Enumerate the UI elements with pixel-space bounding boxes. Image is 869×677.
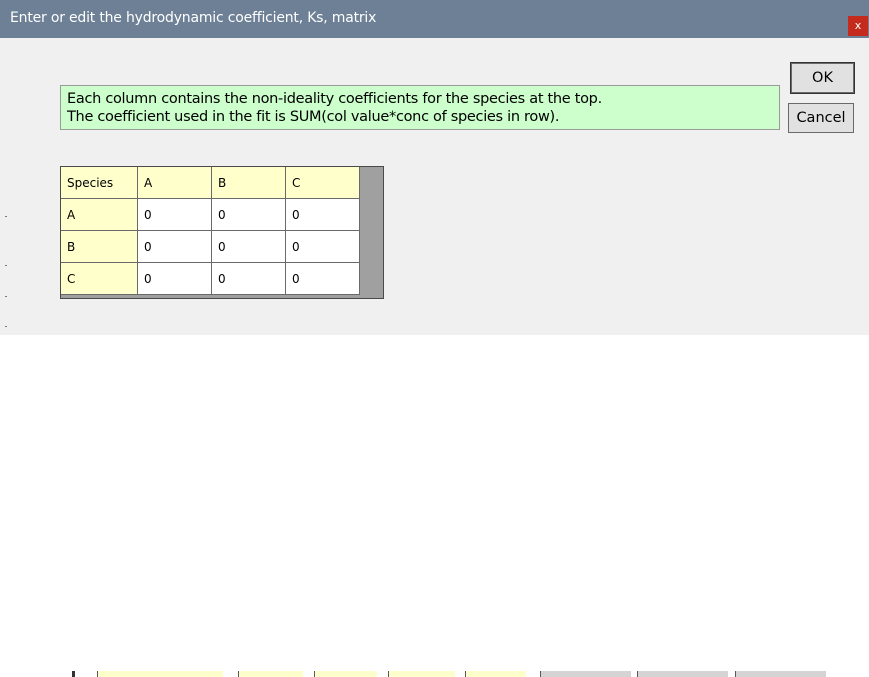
background-cell xyxy=(540,671,631,677)
matrix-row-header: A xyxy=(61,199,138,231)
dialog-title: Enter or edit the hydrodynamic coefficie… xyxy=(10,10,377,26)
cancel-button[interactable]: Cancel xyxy=(788,103,854,133)
background-cell xyxy=(314,671,377,677)
matrix-corner-header: Species xyxy=(61,167,138,199)
matrix-value-cell[interactable]: 0 xyxy=(286,231,360,263)
matrix-row-header: C xyxy=(61,263,138,295)
ks-matrix-grid: Species A B C A 0 0 0 B 0 0 0 C 0 0 0 xyxy=(60,166,384,299)
matrix-value-cell[interactable]: 0 xyxy=(212,263,286,295)
hydrodynamic-coefficient-dialog: Enter or edit the hydrodynamic coefficie… xyxy=(0,0,869,335)
matrix-column-header: A xyxy=(138,167,212,199)
close-icon: x xyxy=(854,19,862,32)
matrix-value-cell[interactable]: 0 xyxy=(212,199,286,231)
instructions-box: Each column contains the non-ideality co… xyxy=(60,85,780,130)
background-app-strip xyxy=(0,335,869,677)
dialog-titlebar[interactable]: Enter or edit the hydrodynamic coefficie… xyxy=(0,0,869,38)
instruction-line: Each column contains the non-ideality co… xyxy=(67,91,602,107)
left-edge-tick xyxy=(5,296,7,297)
ok-button[interactable]: OK xyxy=(790,62,855,94)
matrix-value-cell[interactable]: 0 xyxy=(212,231,286,263)
left-edge-tick xyxy=(5,326,7,327)
left-edge-tick xyxy=(5,265,7,266)
background-marker xyxy=(72,671,75,677)
background-cell xyxy=(637,671,728,677)
matrix-column-header: B xyxy=(212,167,286,199)
matrix-value-cell[interactable]: 0 xyxy=(138,199,212,231)
matrix-column-header: C xyxy=(286,167,360,199)
matrix-row-header: B xyxy=(61,231,138,263)
background-cell xyxy=(388,671,455,677)
background-cell xyxy=(238,671,303,677)
close-button[interactable]: x xyxy=(848,16,868,36)
background-cell xyxy=(97,671,223,677)
background-cell xyxy=(465,671,526,677)
left-edge-tick xyxy=(5,216,7,217)
matrix-value-cell[interactable]: 0 xyxy=(286,263,360,295)
instruction-line: The coefficient used in the fit is SUM(c… xyxy=(67,109,560,125)
matrix-value-cell[interactable]: 0 xyxy=(286,199,360,231)
background-cell xyxy=(735,671,826,677)
matrix-value-cell[interactable]: 0 xyxy=(138,263,212,295)
matrix-value-cell[interactable]: 0 xyxy=(138,231,212,263)
